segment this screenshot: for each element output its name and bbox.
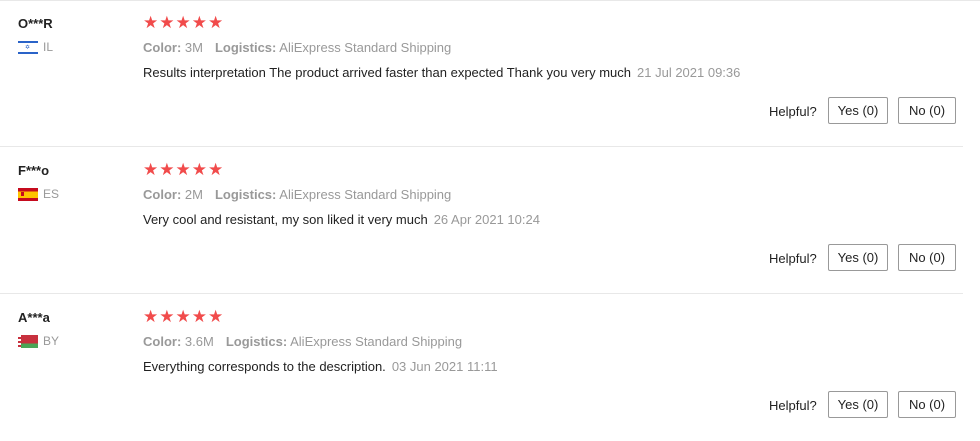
helpful-label: Helpful? — [769, 398, 817, 413]
star-rating: ★★★★★ — [143, 307, 225, 326]
review-meta: Color: 2M Logistics: AliExpress Standard … — [143, 187, 451, 202]
reviewer-name: A***a — [18, 310, 50, 325]
review-date: 03 Jun 2021 11:11 — [391, 359, 498, 374]
color-label: Color: — [143, 334, 182, 349]
review-content: Results interpretation The product arriv… — [143, 65, 740, 80]
review-content: Very cool and resistant, my son liked it… — [143, 212, 540, 227]
logistics-label: Logistics: — [225, 334, 288, 349]
helpful-no-button[interactable]: No (0) — [898, 97, 956, 124]
review-date: 21 Jul 2021 09:36 — [637, 65, 741, 80]
country-code: IL — [43, 40, 54, 54]
reviewer-country: BY — [18, 334, 59, 348]
review-content: Everything corresponds to the descriptio… — [143, 359, 498, 374]
review-text: Everything corresponds to the descriptio… — [143, 359, 386, 374]
color-label: Color: — [143, 187, 182, 202]
country-code: ES — [43, 187, 60, 201]
review-text: Very cool and resistant, my son liked it… — [143, 212, 428, 227]
color-value: 3M — [184, 40, 203, 55]
logistics-value: AliExpress Standard Shipping — [279, 40, 452, 55]
helpful-no-button[interactable]: No (0) — [898, 244, 956, 271]
review-item: F***o ES ★★★★★ Color: 2M Logistics: AliEx… — [0, 147, 980, 294]
star-rating: ★★★★★ — [143, 13, 225, 32]
belarus-flag-icon — [18, 334, 38, 348]
review-item: O***R ✡ IL ★★★★★ Color: 3M Logistics: Ali… — [0, 0, 980, 147]
helpful-yes-button[interactable]: Yes (0) — [828, 244, 888, 271]
color-value: 2M — [184, 187, 203, 202]
helpful-no-button[interactable]: No (0) — [898, 391, 956, 418]
helpful-label: Helpful? — [769, 104, 817, 119]
color-value: 3.6M — [184, 334, 214, 349]
logistics-label: Logistics: — [214, 187, 277, 202]
review-date: 26 Apr 2021 10:24 — [433, 212, 540, 227]
spain-flag-icon — [18, 187, 38, 201]
star-rating: ★★★★★ — [143, 160, 225, 179]
logistics-value: AliExpress Standard Shipping — [290, 334, 463, 349]
review-item: A***a BY ★★★★★ Color: 3.6M Logistics: Ali… — [0, 294, 980, 441]
reviewer-country: ES — [18, 187, 59, 201]
helpful-yes-button[interactable]: Yes (0) — [828, 97, 888, 124]
helpful-label: Helpful? — [769, 251, 817, 266]
reviewer-country: ✡ IL — [18, 40, 53, 54]
country-code: BY — [43, 334, 60, 348]
reviewer-name: F***o — [18, 163, 50, 178]
review-text: Results interpretation The product arriv… — [143, 65, 632, 80]
review-meta: Color: 3.6M Logistics: AliExpress Standar… — [143, 334, 462, 349]
reviewer-name: O***R — [18, 16, 53, 31]
israel-flag-icon: ✡ — [18, 40, 38, 54]
logistics-value: AliExpress Standard Shipping — [279, 187, 452, 202]
color-label: Color: — [143, 40, 182, 55]
logistics-label: Logistics: — [214, 40, 277, 55]
helpful-yes-button[interactable]: Yes (0) — [828, 391, 888, 418]
review-meta: Color: 3M Logistics: AliExpress Standard … — [143, 40, 451, 55]
